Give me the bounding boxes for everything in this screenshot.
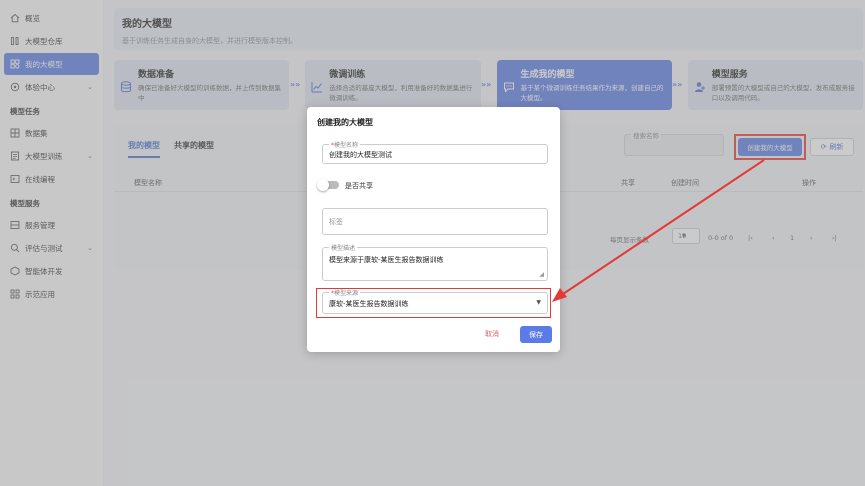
- model-name-label: *模型名称: [329, 140, 361, 149]
- model-description-field[interactable]: 模型描述 模型来源于康软-某医生报告数据训练 ◢: [322, 243, 548, 281]
- share-toggle[interactable]: [317, 179, 339, 191]
- tag-placeholder: 标签: [329, 218, 343, 226]
- save-button[interactable]: 保存: [520, 326, 552, 343]
- highlight-box: [316, 288, 551, 318]
- model-name-value: 创建我的大模型测试: [329, 151, 392, 159]
- model-name-field[interactable]: *模型名称 创建我的大模型测试: [322, 140, 548, 164]
- cancel-button[interactable]: 取消: [485, 329, 499, 339]
- create-model-dialog: 创建我的大模型 *模型名称 创建我的大模型测试 是否共享 标签 模型描述 模型来…: [307, 107, 560, 352]
- description-label: 模型描述: [329, 243, 358, 252]
- description-value: 模型来源于康软-某医生报告数据训练: [329, 256, 444, 264]
- tag-input[interactable]: 标签: [322, 208, 548, 235]
- share-label: 是否共享: [345, 182, 373, 190]
- dialog-title: 创建我的大模型: [317, 118, 373, 127]
- resize-handle-icon[interactable]: ◢: [539, 271, 544, 278]
- toggle-knob: [317, 179, 329, 191]
